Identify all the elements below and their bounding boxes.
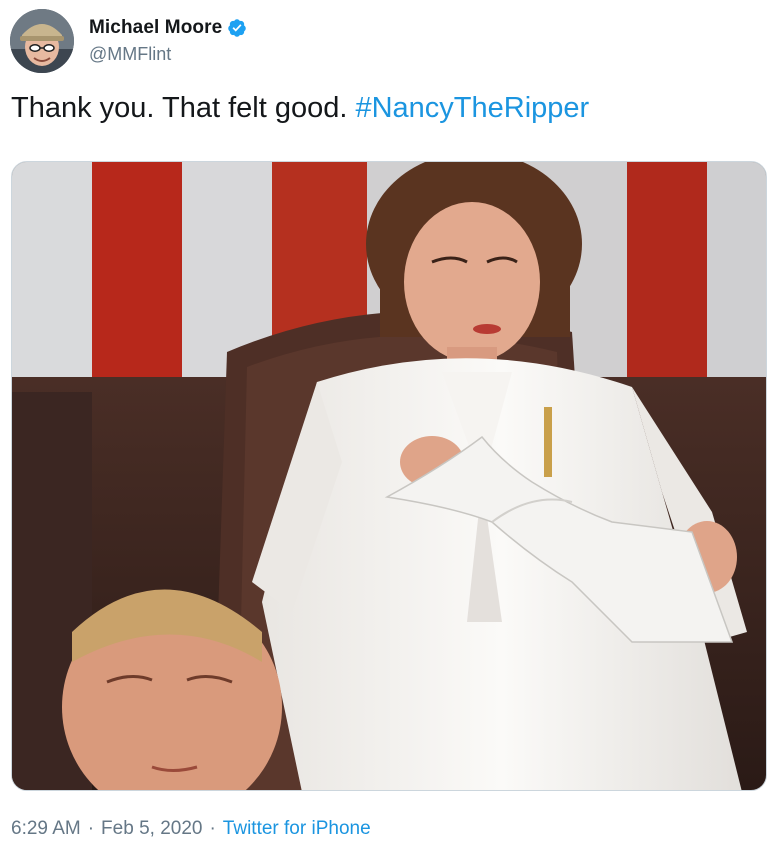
tweet-card: Michael Moore @MMFlint Thank you. That f… bbox=[0, 0, 784, 852]
author-display-name[interactable]: Michael Moore bbox=[89, 17, 222, 39]
tweet-meta: 6:29 AM · Feb 5, 2020 · Twitter for iPho… bbox=[11, 818, 371, 840]
avatar[interactable] bbox=[10, 9, 74, 73]
meta-separator: · bbox=[87, 818, 95, 839]
hashtag-link[interactable]: #NancyTheRipper bbox=[355, 92, 589, 124]
author-handle[interactable]: @MMFlint bbox=[89, 44, 247, 65]
tweet-time[interactable]: 6:29 AM bbox=[11, 818, 81, 840]
tweet-source-link[interactable]: Twitter for iPhone bbox=[223, 818, 371, 840]
tweet-text-body: Thank you. That felt good. bbox=[11, 92, 356, 124]
verified-badge-icon bbox=[227, 18, 247, 38]
meta-separator: · bbox=[209, 818, 216, 839]
tweet-date[interactable]: Feb 5, 2020 bbox=[101, 818, 202, 840]
tweet-photo[interactable] bbox=[11, 161, 767, 791]
profile-photo-icon bbox=[10, 9, 74, 73]
author-names: Michael Moore @MMFlint bbox=[89, 17, 247, 65]
name-row: Michael Moore bbox=[89, 17, 247, 39]
photo-image bbox=[12, 162, 766, 790]
tweet-header: Michael Moore @MMFlint bbox=[10, 8, 247, 74]
tweet-text: Thank you. That felt good. #NancyTheRipp… bbox=[11, 90, 589, 126]
